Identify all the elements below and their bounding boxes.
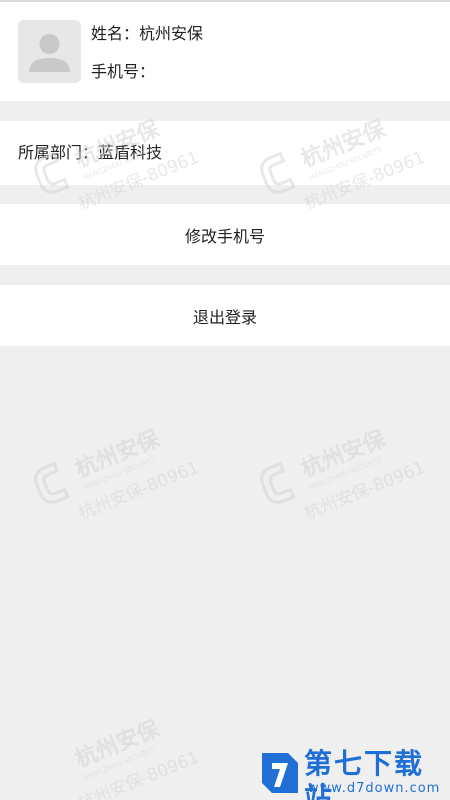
watermark: 杭州安保 HANGZHOU SECURITY 杭州安保-80961 xyxy=(30,410,230,540)
watermark: 杭州安保 HANGZHOU SECURITY 杭州安保-80961 xyxy=(256,410,450,540)
brand-url: www.d7down.com xyxy=(308,781,441,796)
svg-text:杭州安保: 杭州安保 xyxy=(72,715,164,772)
department-card: 所属部门：蓝盾科技 xyxy=(0,121,450,185)
svg-text:杭州安保-80961: 杭州安保-80961 xyxy=(302,458,428,525)
name-row: 姓名：杭州安保 xyxy=(91,24,203,44)
watermark-logo-icon: 杭州安保 HANGZHOU SECURITY 杭州安保-80961 xyxy=(72,715,202,800)
department-row: 所属部门：蓝盾科技 xyxy=(18,143,162,163)
modify-phone-label: 修改手机号 xyxy=(184,226,265,246)
avatar[interactable] xyxy=(18,20,81,83)
avatar-placeholder-icon xyxy=(29,34,70,72)
svg-text:杭州安保: 杭州安保 xyxy=(298,425,390,482)
logout-label: 退出登录 xyxy=(192,307,257,327)
logout-button[interactable]: 退出登录 xyxy=(0,285,450,346)
svg-text:HANGZHOU SECURITY: HANGZHOU SECURITY xyxy=(308,455,384,492)
site-brand-watermark: 第七下载站 www.d7down.com xyxy=(252,745,450,800)
brand-logo-icon xyxy=(262,753,298,793)
svg-text:HANGZHOU SECURITY: HANGZHOU SECURITY xyxy=(82,455,158,492)
department-label: 所属部门： xyxy=(18,143,99,162)
phone-label: 手机号： xyxy=(91,62,156,81)
department-value: 蓝盾科技 xyxy=(98,143,163,162)
name-value: 杭州安保 xyxy=(139,24,204,43)
watermark-logo-icon: 杭州安保 HANGZHOU SECURITY 杭州安保-80961 xyxy=(260,425,428,525)
svg-text:HANGZHOU SECURITY: HANGZHOU SECURITY xyxy=(82,745,158,782)
svg-text:杭州安保: 杭州安保 xyxy=(72,425,164,482)
phone-row: 手机号： xyxy=(91,62,155,82)
name-label: 姓名： xyxy=(91,24,140,43)
watermark: 杭州安保 HANGZHOU SECURITY 杭州安保-80961 xyxy=(30,700,230,800)
user-profile-page: 姓名：杭州安保 手机号： 所属部门：蓝盾科技 修改手机号 退出登录 杭州安保 H… xyxy=(0,0,450,800)
svg-text:杭州安保-80961: 杭州安保-80961 xyxy=(76,458,202,525)
modify-phone-button[interactable]: 修改手机号 xyxy=(0,204,450,265)
profile-card: 姓名：杭州安保 手机号： xyxy=(0,2,450,101)
svg-text:杭州安保-80961: 杭州安保-80961 xyxy=(76,748,202,800)
watermark-logo-icon: 杭州安保 HANGZHOU SECURITY 杭州安保-80961 xyxy=(34,425,202,525)
